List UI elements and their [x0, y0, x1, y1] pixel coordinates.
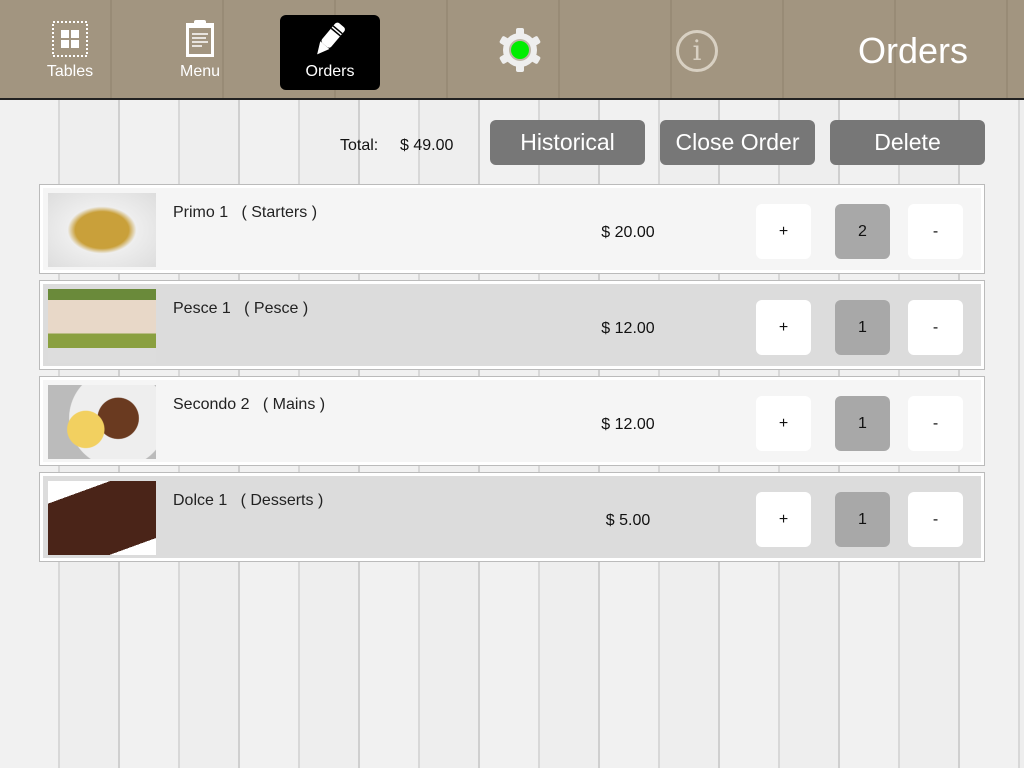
historical-button[interactable]: Historical	[490, 120, 645, 165]
quantity-display: 2	[835, 204, 890, 259]
pencil-icon	[280, 15, 380, 63]
decrease-quantity-button[interactable]: -	[908, 204, 963, 259]
quantity-display: 1	[835, 492, 890, 547]
total-value: $ 49.00	[400, 137, 454, 154]
clipboard-icon	[150, 15, 250, 63]
increase-quantity-button[interactable]: +	[756, 300, 811, 355]
item-category: ( Desserts )	[240, 492, 324, 509]
increase-quantity-button[interactable]: +	[756, 396, 811, 451]
item-name: Secondo 2 ( Mains )	[173, 396, 326, 413]
top-nav-bar: Tables Menu Orders i Orders	[0, 0, 1024, 100]
info-icon[interactable]: i	[676, 30, 718, 72]
item-name: Dolce 1 ( Desserts )	[173, 492, 324, 509]
item-price: $ 20.00	[601, 224, 655, 241]
decrease-quantity-button[interactable]: -	[908, 396, 963, 451]
item-category: ( Mains )	[262, 396, 326, 413]
food-thumbnail	[48, 193, 156, 267]
decrease-quantity-button[interactable]: -	[908, 492, 963, 547]
close-order-button[interactable]: Close Order	[660, 120, 815, 165]
item-name: Primo 1 ( Starters )	[173, 204, 318, 221]
tab-tables[interactable]: Tables	[20, 15, 120, 90]
page-title: Orders	[857, 30, 968, 71]
tab-label: Orders	[305, 63, 355, 80]
order-item-row: Secondo 2 ( Mains ) $ 12.00 + 1 -	[39, 376, 985, 466]
tab-menu[interactable]: Menu	[150, 15, 250, 90]
increase-quantity-button[interactable]: +	[756, 204, 811, 259]
tab-label: Tables	[46, 63, 94, 80]
decrease-quantity-button[interactable]: -	[908, 300, 963, 355]
increase-quantity-button[interactable]: +	[756, 492, 811, 547]
food-thumbnail	[48, 289, 156, 363]
food-thumbnail	[48, 481, 156, 555]
order-item-row: Primo 1 ( Starters ) $ 20.00 + 2 -	[39, 184, 985, 274]
total-label: Total:	[340, 137, 379, 154]
tables-grid-icon	[20, 15, 120, 63]
order-item-row: Dolce 1 ( Desserts ) $ 5.00 + 1 -	[39, 472, 985, 562]
order-item-row: Pesce 1 ( Pesce ) $ 12.00 + 1 -	[39, 280, 985, 370]
item-price: $ 12.00	[601, 320, 655, 337]
delete-button[interactable]: Delete	[830, 120, 985, 165]
quantity-display: 1	[835, 300, 890, 355]
item-name: Pesce 1 ( Pesce )	[173, 300, 309, 317]
tab-label: Menu	[179, 63, 221, 80]
item-category: ( Starters )	[241, 204, 318, 221]
quantity-display: 1	[835, 396, 890, 451]
item-category: ( Pesce )	[244, 300, 309, 317]
item-price: $ 12.00	[601, 416, 655, 433]
status-indicator-icon	[511, 41, 529, 59]
food-thumbnail	[48, 385, 156, 459]
tab-orders[interactable]: Orders	[280, 15, 380, 90]
settings-gear-icon[interactable]	[497, 27, 543, 78]
item-price: $ 5.00	[605, 512, 651, 529]
